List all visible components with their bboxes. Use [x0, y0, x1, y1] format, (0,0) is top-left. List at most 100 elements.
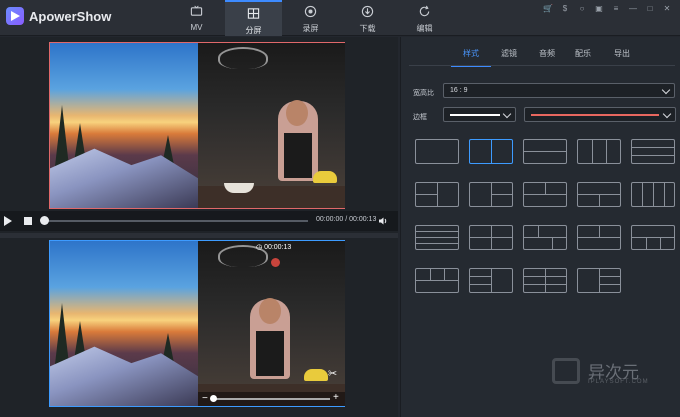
- bananas: [313, 171, 337, 183]
- tabs-separator: [409, 65, 675, 66]
- kitchen-counter: [198, 186, 345, 208]
- layout-quad-alt[interactable]: [523, 225, 567, 250]
- stop-icon[interactable]: [24, 217, 32, 225]
- tab-filter[interactable]: 滤镜: [501, 48, 517, 59]
- watermark-subtext: IPLAYSOFT.COM: [588, 379, 649, 385]
- playback-time: 00:00:00 / 00:00:13: [316, 216, 377, 223]
- nav-label: 下载: [359, 24, 376, 33]
- chef-video-pane[interactable]: [198, 43, 345, 208]
- zoom-bar: − +: [198, 392, 345, 406]
- bananas: [304, 369, 328, 381]
- split-preview-bottom[interactable]: ◷ 00:00:13 ✂ − +: [49, 240, 345, 407]
- tab-style[interactable]: 样式: [463, 48, 479, 59]
- decor-swirl: [218, 47, 268, 69]
- clock-icon: ◷: [256, 244, 263, 251]
- player-controls: 00:00:00 / 00:00:13: [0, 211, 398, 231]
- layout-top-one-bottom-three[interactable]: [631, 225, 675, 250]
- main-nav: MV 分屏 录屏 下载 编辑: [168, 0, 453, 36]
- nav-download[interactable]: 下载: [339, 0, 396, 36]
- dollar-icon[interactable]: $: [558, 3, 572, 15]
- layout-quad[interactable]: [469, 225, 513, 250]
- chevron-down-icon: [661, 85, 671, 95]
- download-icon: [361, 5, 374, 18]
- nav-label: 录屏: [302, 24, 319, 33]
- refresh-icon: [419, 5, 430, 17]
- chevron-down-icon: [662, 109, 672, 119]
- layout-three-vertical[interactable]: [577, 139, 621, 164]
- maximize-icon[interactable]: □: [643, 3, 657, 15]
- layout-two-horizontal[interactable]: [523, 139, 567, 164]
- cart-icon[interactable]: 🛒: [541, 3, 555, 15]
- tossed-apple: [271, 258, 280, 267]
- tv-icon: [190, 5, 203, 16]
- pane-divider: [0, 233, 398, 238]
- layout-mixed-3[interactable]: [523, 268, 567, 293]
- clip-duration: ◷ 00:00:13: [256, 243, 291, 251]
- chef-head: [286, 100, 308, 126]
- tab-music[interactable]: 配乐: [575, 48, 591, 59]
- layout-right-split[interactable]: [469, 182, 513, 207]
- layout-mixed-1[interactable]: [415, 268, 459, 293]
- seek-track[interactable]: [44, 220, 308, 222]
- layout-mixed-2[interactable]: [469, 268, 513, 293]
- layout-top-split[interactable]: [523, 182, 567, 207]
- border-color-select[interactable]: [524, 107, 676, 122]
- zoom-out-icon[interactable]: −: [202, 393, 208, 404]
- split-screen-icon: [247, 8, 260, 19]
- menu-icon[interactable]: ≡: [609, 3, 623, 15]
- nav-label: MV: [190, 23, 203, 32]
- scissors-icon[interactable]: ✂: [328, 367, 337, 380]
- layout-four-vertical[interactable]: [631, 182, 675, 207]
- apowershow-window: ApowerShow MV 分屏 录屏 下载 编辑 🛒 $ ○ ▣ ≡ — □ …: [0, 0, 680, 417]
- preview-area: 00:00:00 / 00:00:13 ◷ 00:00:13 ✂ − +: [0, 37, 398, 417]
- nav-split-screen[interactable]: 分屏: [225, 0, 282, 36]
- layout-left-big-right-split[interactable]: [415, 182, 459, 207]
- chevron-down-icon: [502, 109, 512, 119]
- border-label: 边框: [413, 114, 427, 121]
- layout-single[interactable]: [415, 139, 459, 164]
- tab-audio[interactable]: 音频: [539, 48, 555, 59]
- layout-top-two-bottom-one[interactable]: [577, 225, 621, 250]
- watermark: 异次元 IPLAYSOFT.COM: [552, 356, 672, 396]
- border-style-select[interactable]: [443, 107, 516, 122]
- chef-video-pane-selected[interactable]: ◷ 00:00:13 ✂ − +: [198, 241, 345, 406]
- nav-label: 分屏: [245, 26, 262, 35]
- landscape-video-pane[interactable]: [50, 241, 198, 406]
- play-icon[interactable]: [4, 216, 12, 226]
- aspect-ratio-value: 16 : 9: [450, 87, 468, 94]
- chef-apron: [256, 331, 284, 376]
- record-icon: [304, 5, 317, 18]
- seek-knob[interactable]: [40, 216, 49, 225]
- close-icon[interactable]: ✕: [660, 3, 674, 15]
- layout-three-horizontal[interactable]: [631, 139, 675, 164]
- user-icon[interactable]: ○: [575, 3, 589, 15]
- settings-tabs: 样式 滤镜 音频 配乐 导出: [401, 43, 680, 67]
- nav-mv[interactable]: MV: [168, 0, 225, 36]
- lock-icon[interactable]: ▣: [592, 3, 606, 15]
- border-color-sample: [531, 114, 659, 116]
- layout-bottom-split[interactable]: [577, 182, 621, 207]
- title-bar: ApowerShow MV 分屏 录屏 下载 编辑 🛒 $ ○ ▣ ≡ — □ …: [0, 0, 680, 36]
- aspect-ratio-select[interactable]: 16 : 9: [443, 83, 675, 98]
- volume-icon[interactable]: [378, 216, 388, 226]
- nav-record[interactable]: 录屏: [282, 0, 339, 36]
- tab-export[interactable]: 导出: [614, 48, 630, 59]
- chef-apron: [284, 133, 312, 178]
- chef-head: [259, 298, 281, 324]
- aspect-ratio-label: 宽高比: [413, 90, 434, 97]
- layout-four-horizontal[interactable]: [415, 225, 459, 250]
- clip-duration-text: 00:00:13: [264, 244, 292, 251]
- landscape-video-pane[interactable]: [50, 43, 198, 208]
- zoom-track[interactable]: [212, 398, 330, 400]
- app-title: ApowerShow: [29, 9, 112, 24]
- minimize-icon[interactable]: —: [626, 3, 640, 15]
- zoom-in-icon[interactable]: +: [333, 392, 339, 403]
- zoom-knob[interactable]: [210, 395, 217, 402]
- nav-edit[interactable]: 编辑: [396, 0, 453, 36]
- window-controls: 🛒 $ ○ ▣ ≡ — □ ✕: [541, 3, 674, 15]
- split-preview-top[interactable]: [49, 42, 345, 209]
- nav-label: 编辑: [416, 24, 433, 33]
- watermark-logo-icon: [552, 358, 580, 384]
- layout-two-vertical[interactable]: [469, 139, 513, 164]
- layout-mixed-4[interactable]: [577, 268, 621, 293]
